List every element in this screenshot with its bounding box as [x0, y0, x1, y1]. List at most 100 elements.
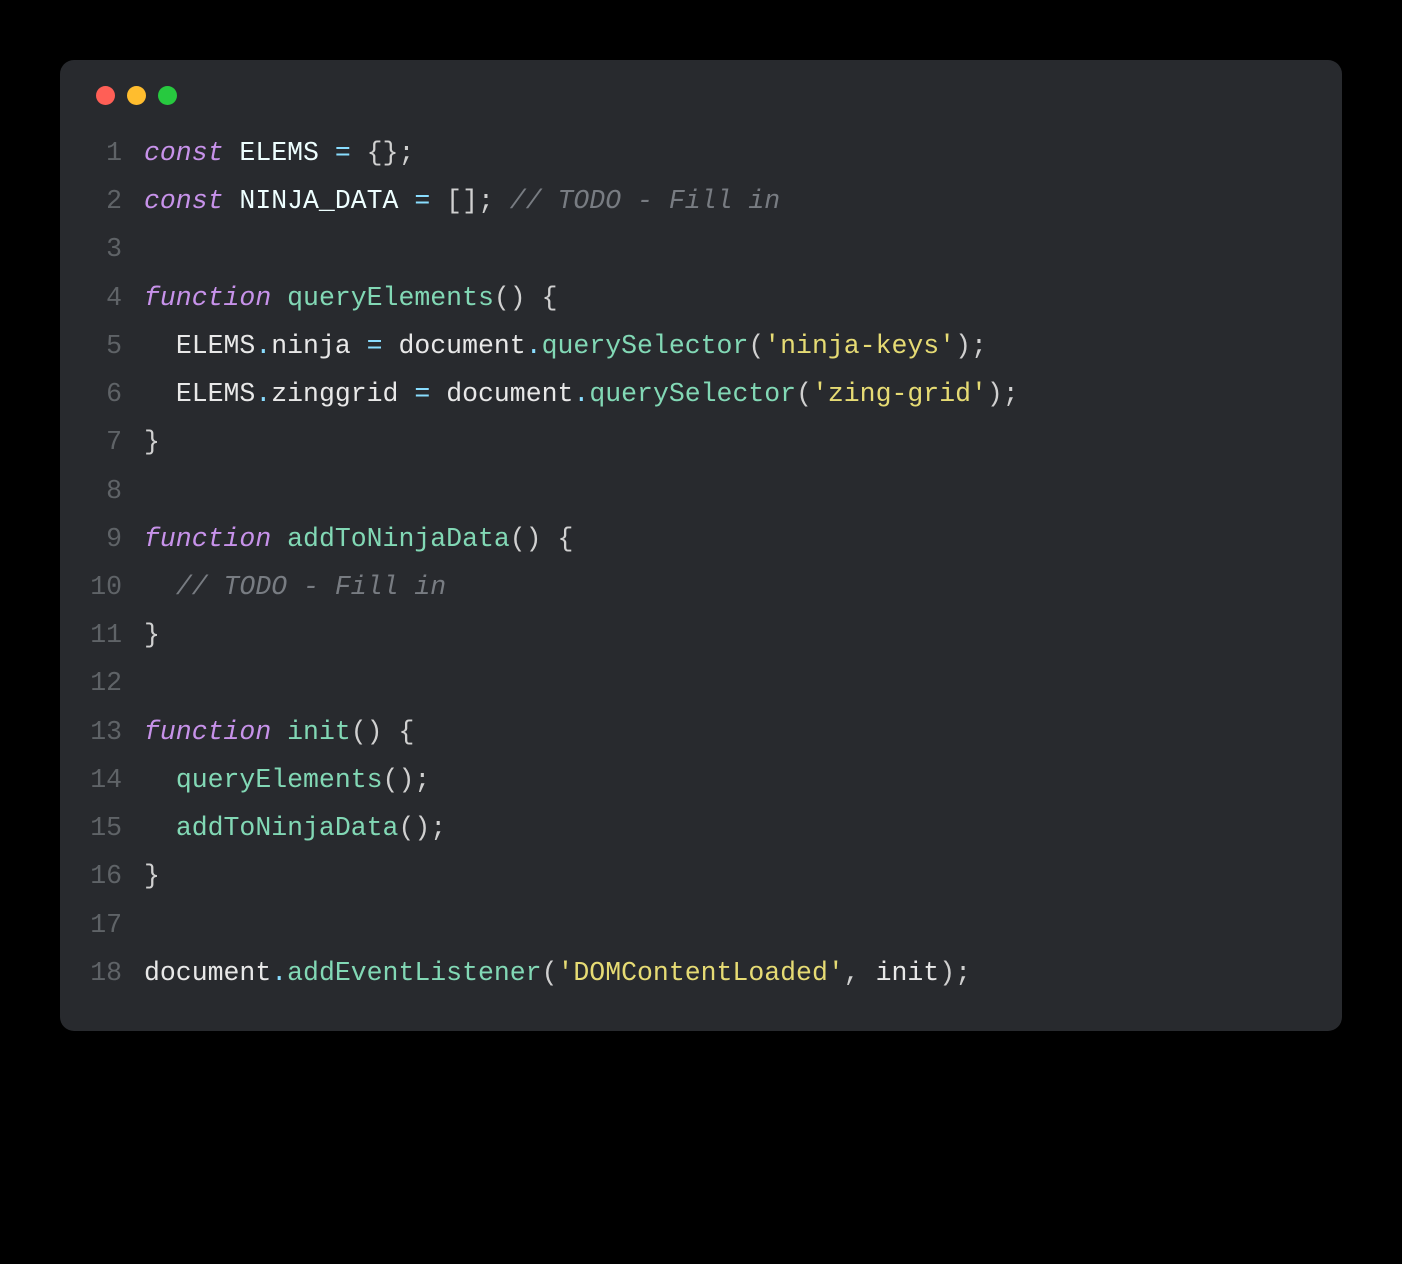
- line-content: queryElements();: [144, 756, 1312, 804]
- line-number: 4: [90, 274, 144, 322]
- code-line: 14 queryElements();: [90, 756, 1312, 804]
- close-icon[interactable]: [96, 86, 115, 105]
- line-number: 11: [90, 611, 144, 659]
- token-method: addEventListener: [287, 958, 541, 988]
- token-comment: // TODO - Fill in: [510, 186, 780, 216]
- code-line: 10 // TODO - Fill in: [90, 563, 1312, 611]
- code-line: 5 ELEMS.ninja = document.querySelector('…: [90, 322, 1312, 370]
- token-method: querySelector: [589, 379, 796, 409]
- code-block: 1const ELEMS = {};2const NINJA_DATA = []…: [90, 129, 1312, 997]
- token-brace: () {: [351, 717, 415, 747]
- window-controls: [90, 86, 1312, 105]
- token-brace: );: [955, 331, 987, 361]
- token-str: 'zing-grid': [812, 379, 987, 409]
- token-prop: ninja: [271, 331, 351, 361]
- code-line: 8: [90, 467, 1312, 515]
- token-fn-kw: function: [144, 717, 271, 747]
- token-brace: ();: [398, 813, 446, 843]
- token-brace: }: [144, 427, 160, 457]
- token-plain: [398, 186, 414, 216]
- token-const-name: ELEMS: [239, 138, 319, 168]
- token-brace: (: [796, 379, 812, 409]
- token-dot-sep: .: [526, 331, 542, 361]
- code-line: 13function init() {: [90, 708, 1312, 756]
- token-plain: [398, 379, 414, 409]
- code-line: 15 addToNinjaData();: [90, 804, 1312, 852]
- token-obj: document: [398, 331, 525, 361]
- line-number: 5: [90, 322, 144, 370]
- line-content: }: [144, 611, 1312, 659]
- line-content: const NINJA_DATA = []; // TODO - Fill in: [144, 177, 1312, 225]
- token-brace: );: [987, 379, 1019, 409]
- token-plain: [144, 379, 176, 409]
- token-brace: (: [748, 331, 764, 361]
- line-content: }: [144, 418, 1312, 466]
- token-plain: [144, 813, 176, 843]
- line-number: 13: [90, 708, 144, 756]
- token-plain: [271, 524, 287, 554]
- line-number: 18: [90, 949, 144, 997]
- token-plain: init: [876, 958, 940, 988]
- token-plain: [494, 186, 510, 216]
- line-number: 3: [90, 225, 144, 273]
- token-brace: ();: [383, 765, 431, 795]
- line-number: 16: [90, 852, 144, 900]
- line-number: 14: [90, 756, 144, 804]
- token-brace: (: [542, 958, 558, 988]
- code-line: 6 ELEMS.zinggrid = document.querySelecto…: [90, 370, 1312, 418]
- code-line: 3: [90, 225, 1312, 273]
- token-plain: [319, 138, 335, 168]
- token-fn-kw: function: [144, 283, 271, 313]
- token-plain: [430, 186, 446, 216]
- token-plain: [224, 138, 240, 168]
- line-content: // TODO - Fill in: [144, 563, 1312, 611]
- code-line: 11}: [90, 611, 1312, 659]
- token-obj: ELEMS: [176, 379, 256, 409]
- token-plain: [271, 717, 287, 747]
- token-plain: [351, 138, 367, 168]
- token-fn-name: queryElements: [287, 283, 494, 313]
- token-dot-sep: .: [573, 379, 589, 409]
- token-plain: [430, 379, 446, 409]
- token-str: 'ninja-keys': [764, 331, 955, 361]
- token-comment: // TODO - Fill in: [176, 572, 446, 602]
- line-content: function init() {: [144, 708, 1312, 756]
- maximize-icon[interactable]: [158, 86, 177, 105]
- token-op: =: [335, 138, 351, 168]
- code-line: 12: [90, 659, 1312, 707]
- code-line: 1const ELEMS = {};: [90, 129, 1312, 177]
- token-brace: () {: [494, 283, 558, 313]
- line-number: 9: [90, 515, 144, 563]
- token-str: 'DOMContentLoaded': [558, 958, 844, 988]
- token-op: =: [414, 379, 430, 409]
- code-line: 2const NINJA_DATA = []; // TODO - Fill i…: [90, 177, 1312, 225]
- line-number: 10: [90, 563, 144, 611]
- token-kw: const: [144, 138, 224, 168]
- code-line: 17: [90, 901, 1312, 949]
- line-content: const ELEMS = {};: [144, 129, 1312, 177]
- token-obj: document: [446, 379, 573, 409]
- token-const-name: NINJA_DATA: [239, 186, 398, 216]
- token-brace: () {: [510, 524, 574, 554]
- code-line: 9function addToNinjaData() {: [90, 515, 1312, 563]
- code-line: 7}: [90, 418, 1312, 466]
- code-window: 1const ELEMS = {};2const NINJA_DATA = []…: [60, 60, 1342, 1031]
- token-method: querySelector: [542, 331, 749, 361]
- line-content: [144, 659, 1312, 707]
- token-brace: );: [939, 958, 971, 988]
- line-content: [144, 225, 1312, 273]
- token-plain: [271, 283, 287, 313]
- line-number: 2: [90, 177, 144, 225]
- line-content: function addToNinjaData() {: [144, 515, 1312, 563]
- token-plain: [144, 331, 176, 361]
- token-obj: ELEMS: [176, 331, 256, 361]
- token-prop: zinggrid: [271, 379, 398, 409]
- token-brace: }: [144, 620, 160, 650]
- token-plain: [383, 331, 399, 361]
- token-dot-sep: .: [255, 331, 271, 361]
- minimize-icon[interactable]: [127, 86, 146, 105]
- line-content: [144, 467, 1312, 515]
- token-fn-name: addToNinjaData: [287, 524, 510, 554]
- code-line: 4function queryElements() {: [90, 274, 1312, 322]
- token-kw: const: [144, 186, 224, 216]
